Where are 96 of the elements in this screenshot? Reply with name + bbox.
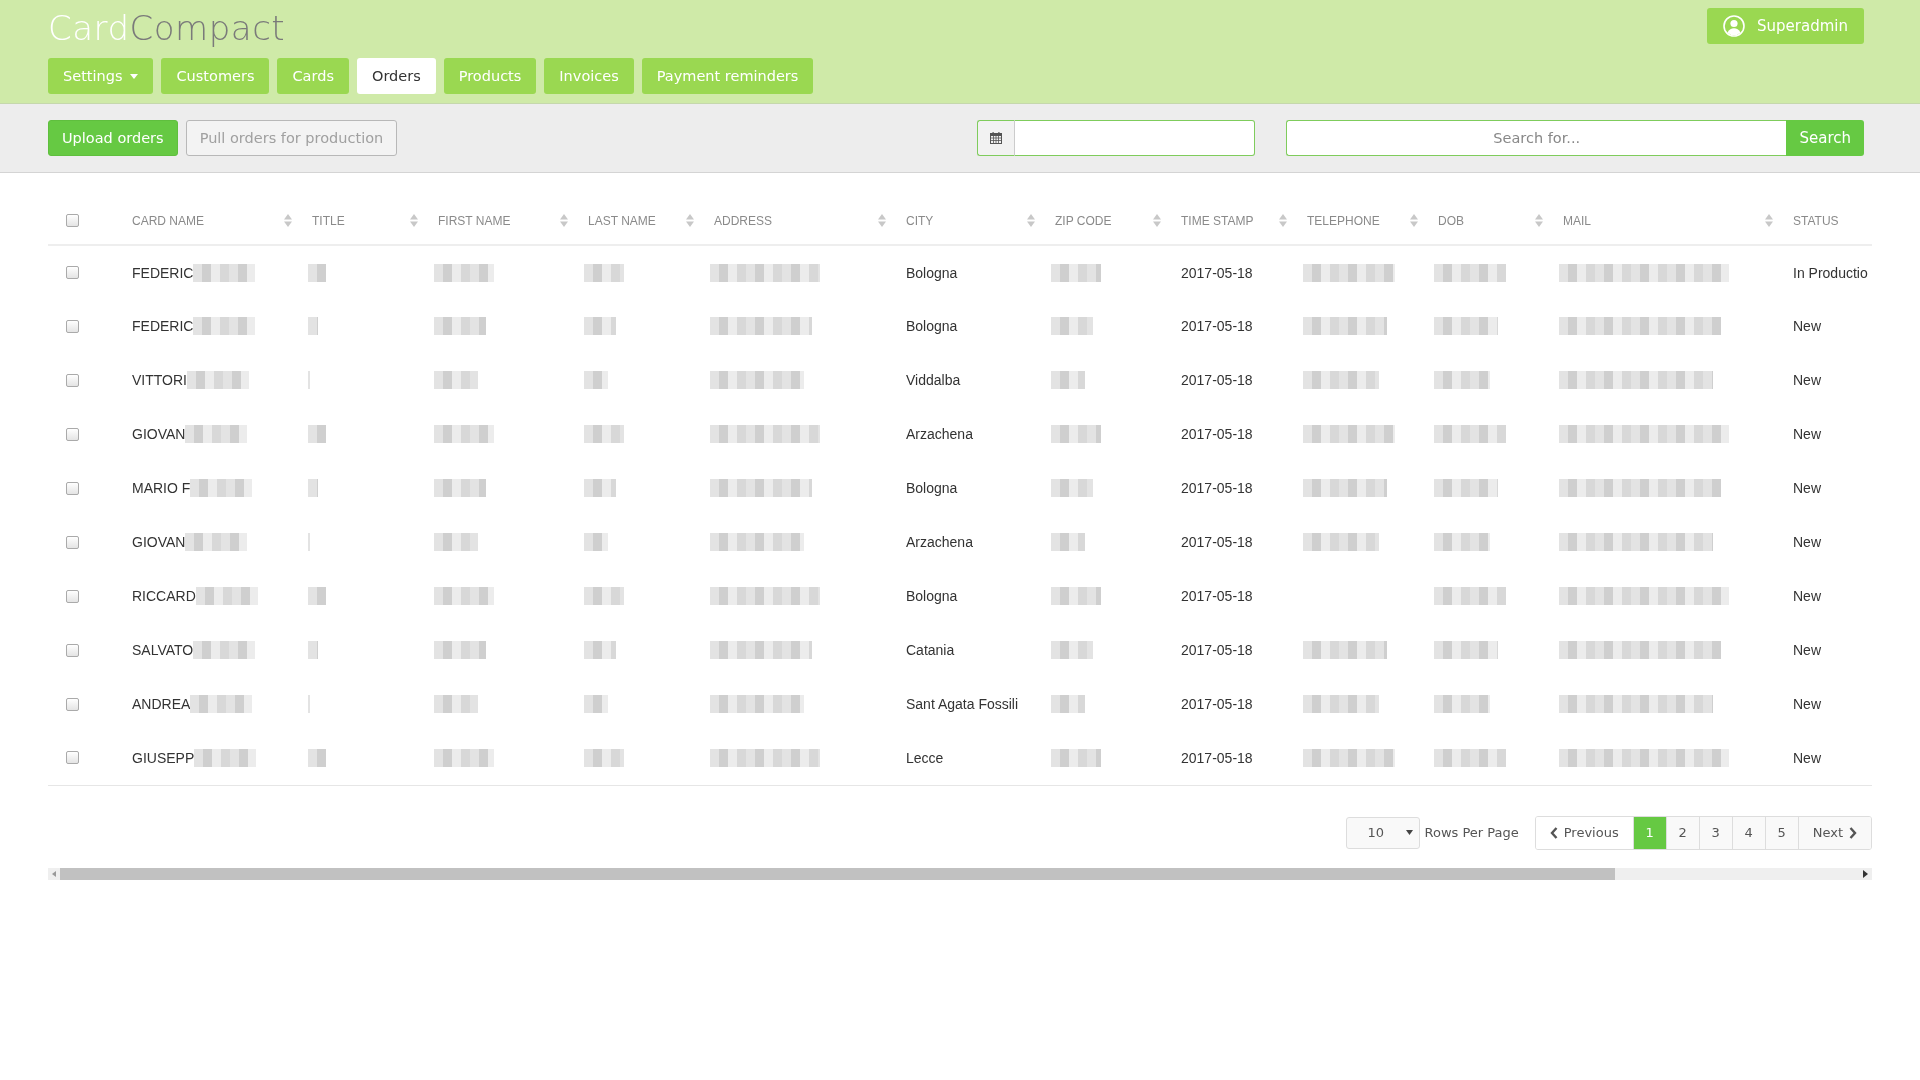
table-cell: GIOVAN <box>132 534 186 550</box>
table-cell: 2017-05-18 <box>1181 426 1253 442</box>
logo: CardCompact <box>48 7 286 48</box>
checkbox[interactable] <box>66 373 79 387</box>
horizontal-scrollbar[interactable] <box>48 867 1872 880</box>
table-cell: In Productio <box>1793 264 1868 281</box>
chevron-right-icon <box>1849 826 1857 839</box>
column-header[interactable]: MAIL <box>1563 213 1781 228</box>
column-header[interactable]: CARD NAME <box>132 213 300 228</box>
table-cell: 2017-05-18 <box>1181 372 1253 388</box>
table-cell: FEDERIC <box>132 318 194 334</box>
checkbox[interactable] <box>66 427 79 441</box>
page-button[interactable]: 1 <box>1632 816 1666 849</box>
table-cell: 2017-05-18 <box>1181 534 1253 550</box>
next-button[interactable]: Next <box>1797 816 1871 849</box>
page-button[interactable]: 3 <box>1698 816 1732 849</box>
table-cell: VITTORI <box>132 372 187 388</box>
sort-icon[interactable] <box>1535 214 1543 227</box>
column-header[interactable]: TELEPHONE <box>1307 213 1426 228</box>
table-cell: Arzachena <box>906 426 973 442</box>
table-cell: Sant Agata Fossili <box>906 696 1019 712</box>
table-cell: GIOVAN <box>132 426 186 442</box>
table-cell: Viddalba <box>906 372 961 388</box>
table-cell: SALVATO <box>132 642 194 658</box>
column-header[interactable]: CITY <box>906 213 1043 228</box>
sort-icon[interactable] <box>284 214 292 227</box>
sort-icon[interactable] <box>1410 214 1418 227</box>
column-header[interactable]: TITLE <box>312 213 426 228</box>
column-header[interactable]: ZIP CODE <box>1055 213 1169 228</box>
column-header[interactable]: FIRST NAME <box>438 213 576 228</box>
page-button[interactable]: 2 <box>1665 816 1699 849</box>
table-cell: New <box>1793 749 1821 766</box>
table-cell: RICCARD <box>132 588 196 604</box>
table-cell: 2017-05-18 <box>1181 264 1253 281</box>
table-cell: New <box>1793 480 1821 496</box>
chevron-left-icon <box>1549 826 1558 839</box>
sort-icon[interactable] <box>1027 214 1035 227</box>
table-cell: New <box>1793 588 1821 604</box>
sort-icon[interactable] <box>1153 214 1161 227</box>
checkbox[interactable] <box>66 751 79 765</box>
calendar-button[interactable] <box>977 120 1015 156</box>
checkbox[interactable] <box>66 643 79 657</box>
table-cell: New <box>1793 426 1821 442</box>
checkbox[interactable] <box>66 266 79 279</box>
table-cell: MARIO F <box>132 480 191 496</box>
column-header[interactable]: DOB <box>1438 213 1551 228</box>
column-header[interactable]: STATUS <box>1793 213 1872 228</box>
column-header[interactable]: LAST NAME <box>588 213 702 228</box>
table-cell: Lecce <box>906 749 944 766</box>
table-cell: New <box>1793 318 1821 334</box>
checkbox[interactable] <box>66 481 79 495</box>
table-cell: Bologna <box>906 480 958 496</box>
nav-tab[interactable]: Orders <box>356 58 436 94</box>
table-cell: ANDREA <box>132 696 191 712</box>
column-header[interactable]: TIME STAMP <box>1181 213 1295 228</box>
table-cell: New <box>1793 534 1821 550</box>
table-cell: 2017-05-18 <box>1181 588 1253 604</box>
page-size-select[interactable]: 10 <box>1346 816 1421 849</box>
table-cell: New <box>1793 642 1821 658</box>
column-header[interactable]: ADDRESS <box>714 213 894 228</box>
calendar-icon <box>990 132 1002 144</box>
upload-button[interactable]: Upload orders <box>48 120 178 156</box>
sort-icon[interactable] <box>560 214 568 227</box>
user-icon <box>1723 15 1746 37</box>
table-cell: FEDERIC <box>132 264 194 281</box>
table-cell: Arzachena <box>906 534 973 550</box>
table-cell: 2017-05-18 <box>1181 480 1253 496</box>
caret-icon <box>130 73 139 79</box>
search-field[interactable]: Search for... <box>1286 120 1787 156</box>
table-cell: Catania <box>906 642 955 658</box>
checkbox[interactable] <box>66 214 79 227</box>
table-cell: Bologna <box>906 264 958 281</box>
sort-icon[interactable] <box>410 214 418 227</box>
table-cell: 2017-05-18 <box>1181 318 1253 334</box>
table-cell: New <box>1793 372 1821 388</box>
table-cell: 2017-05-18 <box>1181 749 1253 766</box>
checkbox[interactable] <box>66 319 79 333</box>
checkbox[interactable] <box>66 589 79 603</box>
table-cell: 2017-05-18 <box>1181 696 1253 712</box>
caret-icon <box>1406 830 1414 835</box>
page-button[interactable]: 4 <box>1731 816 1765 849</box>
sort-icon[interactable] <box>878 214 886 227</box>
table-cell: Bologna <box>906 318 958 334</box>
table-cell: GIUSEPP <box>132 749 195 766</box>
sort-icon[interactable] <box>1765 214 1773 227</box>
checkbox[interactable] <box>66 697 79 711</box>
date-field[interactable] <box>1015 120 1255 156</box>
sort-icon[interactable] <box>686 214 694 227</box>
table-cell: 2017-05-18 <box>1181 642 1253 658</box>
table-cell: Bologna <box>906 588 958 604</box>
rows-per-page-label: Rows Per Page <box>1424 825 1519 840</box>
table-cell: New <box>1793 696 1821 712</box>
checkbox[interactable] <box>66 535 79 549</box>
search-button[interactable]: Search <box>1786 120 1864 156</box>
page-button[interactable]: 5 <box>1764 816 1798 849</box>
sort-icon[interactable] <box>1279 214 1287 227</box>
